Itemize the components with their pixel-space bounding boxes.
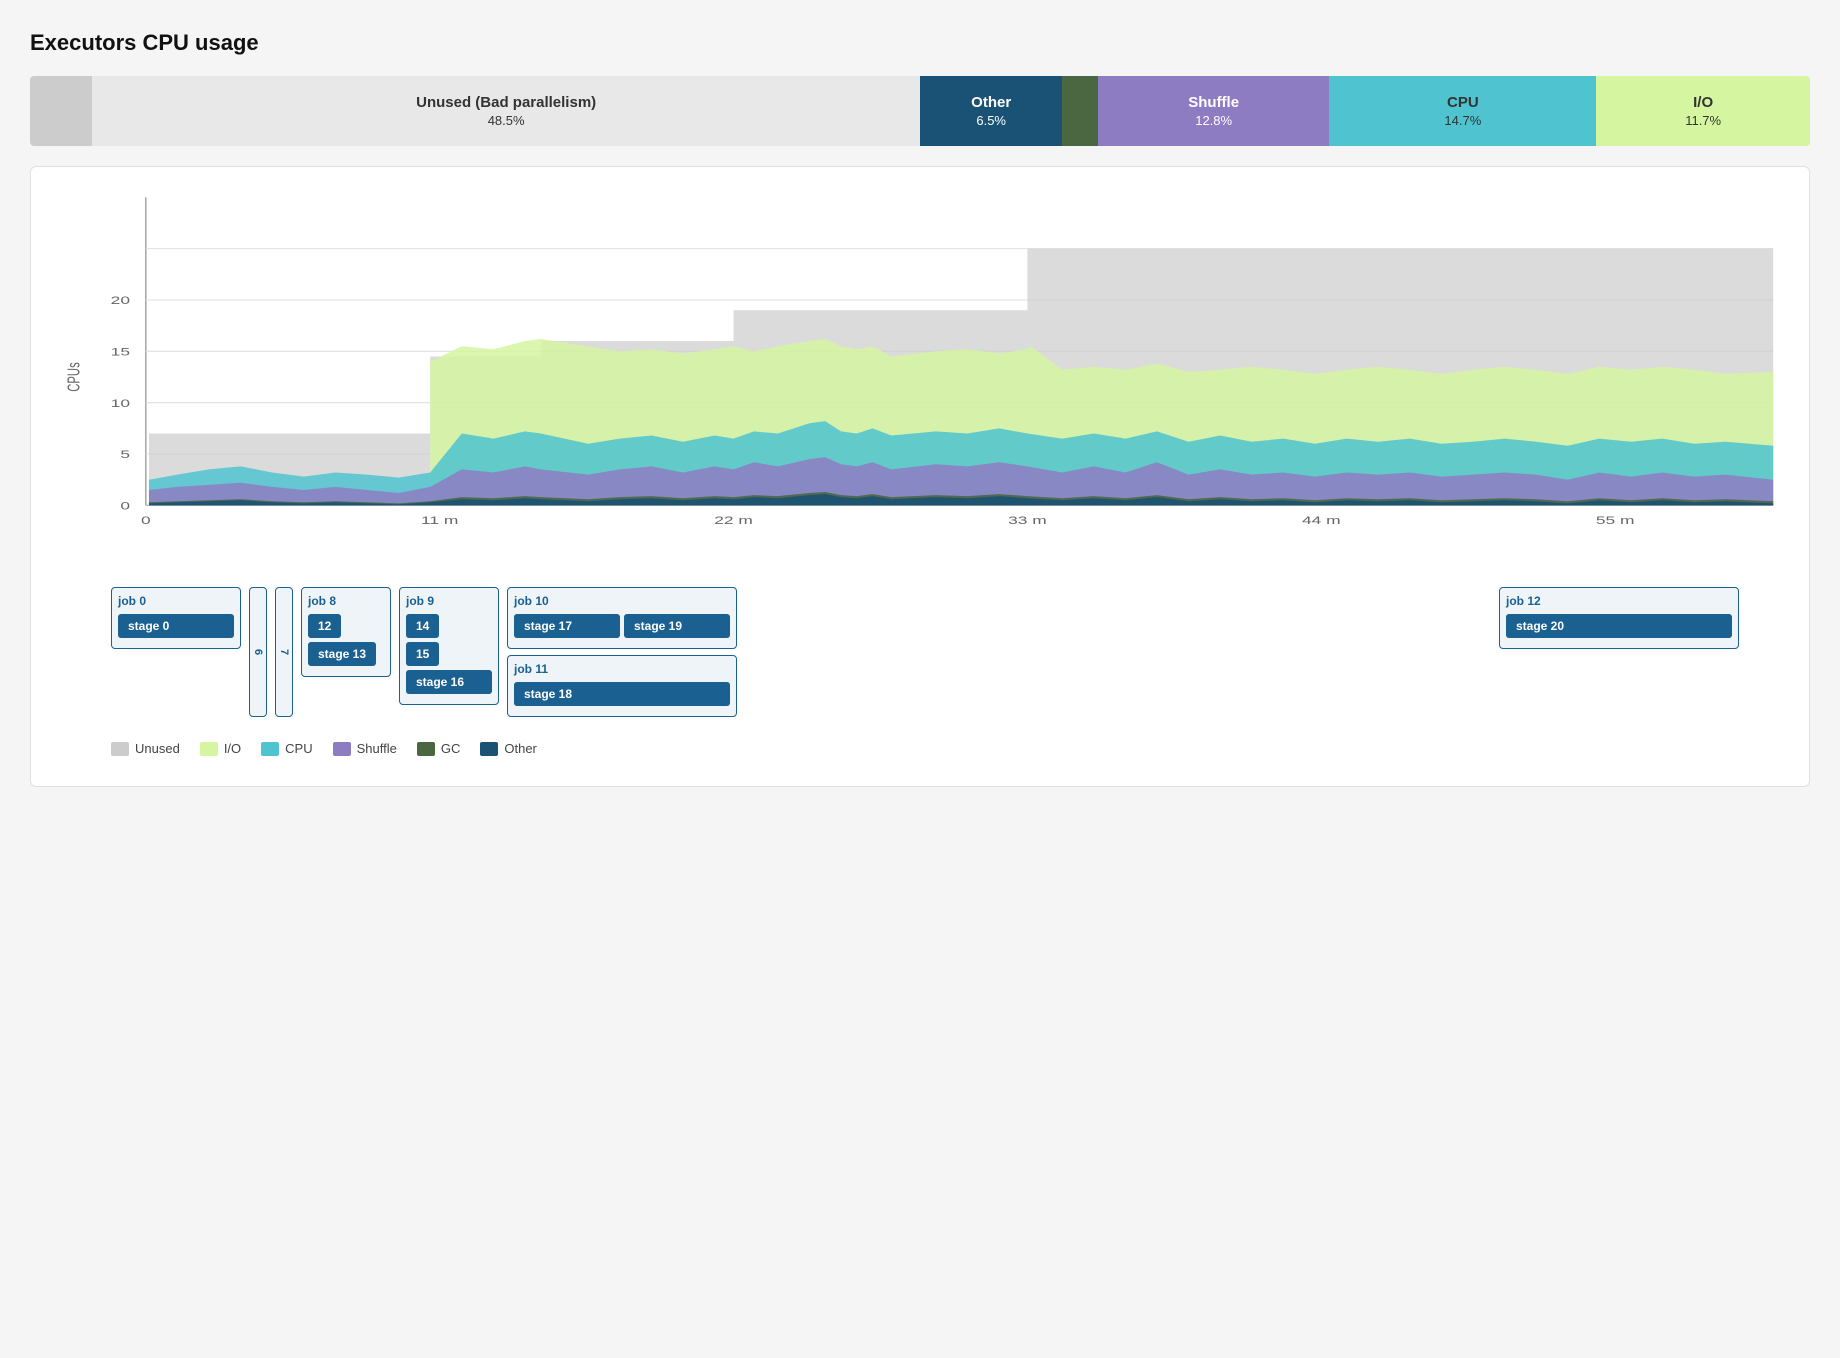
svg-text:20: 20 xyxy=(111,295,130,307)
chart-svg: 0 5 10 15 20 CPUs 0 11 m 22 m 33 m 44 m … xyxy=(51,187,1789,567)
gc-legend-label: GC xyxy=(441,741,461,756)
mini-job-6: 6 xyxy=(249,587,267,717)
unused-legend-label: Unused xyxy=(135,741,180,756)
chart-area: 0 5 10 15 20 CPUs 0 11 m 22 m 33 m 44 m … xyxy=(51,187,1789,567)
svg-text:22 m: 22 m xyxy=(714,515,753,527)
job-9-row2: 15 xyxy=(406,642,492,666)
svg-text:5: 5 xyxy=(120,449,130,461)
job-box-9: job 9 14 15 stage 16 xyxy=(399,587,499,705)
svg-text:44 m: 44 m xyxy=(1302,515,1341,527)
other-swatch xyxy=(480,742,498,756)
cpu-swatch xyxy=(261,742,279,756)
shuffle-swatch xyxy=(333,742,351,756)
stage-12-btn[interactable]: 12 xyxy=(308,614,341,638)
stage-14-btn[interactable]: 14 xyxy=(406,614,439,638)
summary-segment-swatch xyxy=(30,76,92,146)
job-8-label: job 8 xyxy=(308,594,384,608)
job-box-10: job 10 stage 17 stage 19 xyxy=(507,587,737,649)
unused-swatch xyxy=(111,742,129,756)
svg-text:0: 0 xyxy=(120,500,130,512)
jobs-section: job 0 stage 0 6 7 job 8 12 stage 13 job … xyxy=(51,587,1789,717)
job-9-row1: 14 xyxy=(406,614,492,638)
svg-text:0: 0 xyxy=(141,515,151,527)
legend-cpu: CPU xyxy=(261,741,312,756)
legend-gc: GC xyxy=(417,741,461,756)
job-11-label: job 11 xyxy=(514,662,730,676)
svg-text:11 m: 11 m xyxy=(421,515,458,527)
summary-segment-cpu: CPU 14.7% xyxy=(1329,76,1596,146)
stage-19-btn[interactable]: stage 19 xyxy=(624,614,730,638)
summary-segment-unused: Unused (Bad parallelism) 48.5% xyxy=(92,76,920,146)
gc-swatch xyxy=(417,742,435,756)
shuffle-legend-label: Shuffle xyxy=(357,741,397,756)
job-0-label: job 0 xyxy=(118,594,234,608)
stage-13-btn[interactable]: stage 13 xyxy=(308,642,376,666)
io-value: 11.7% xyxy=(1685,113,1721,128)
other-label: Other xyxy=(971,94,1011,111)
summary-segment-io: I/O 11.7% xyxy=(1596,76,1810,146)
job-8-row1: 12 xyxy=(308,614,384,638)
unused-value: 48.5% xyxy=(488,113,525,128)
unused-label: Unused (Bad parallelism) xyxy=(416,94,596,111)
job-9-row3: stage 16 xyxy=(406,670,492,694)
svg-text:CPUs: CPUs xyxy=(65,362,84,391)
job-box-11: job 11 stage 18 xyxy=(507,655,737,717)
shuffle-label: Shuffle xyxy=(1188,94,1239,111)
summary-segment-shuffle: Shuffle 12.8% xyxy=(1098,76,1329,146)
legend: Unused I/O CPU Shuffle GC Other xyxy=(51,741,1789,756)
summary-segment-other: Other 6.5% xyxy=(920,76,1062,146)
job-box-8: job 8 12 stage 13 xyxy=(301,587,391,677)
stage-16-btn[interactable]: stage 16 xyxy=(406,670,492,694)
stage-15-btn[interactable]: 15 xyxy=(406,642,439,666)
legend-unused: Unused xyxy=(111,741,180,756)
other-value: 6.5% xyxy=(976,113,1006,128)
legend-shuffle: Shuffle xyxy=(333,741,397,756)
page-title: Executors CPU usage xyxy=(30,30,1810,56)
svg-text:15: 15 xyxy=(111,346,130,358)
mini-6-label: 6 xyxy=(252,649,264,655)
job-11-row1: stage 18 xyxy=(514,682,730,706)
job-9-label: job 9 xyxy=(406,594,492,608)
cpu-value: 14.7% xyxy=(1444,113,1481,128)
io-swatch xyxy=(200,742,218,756)
job-12-row1: stage 20 xyxy=(1506,614,1732,638)
legend-io: I/O xyxy=(200,741,241,756)
cpu-legend-label: CPU xyxy=(285,741,312,756)
summary-segment-gc-swatch xyxy=(1062,76,1098,146)
job-8-row2: stage 13 xyxy=(308,642,384,666)
job-10-row1: stage 17 stage 19 xyxy=(514,614,730,638)
summary-bar: Unused (Bad parallelism) 48.5% Other 6.5… xyxy=(30,76,1810,146)
svg-text:33 m: 33 m xyxy=(1008,515,1047,527)
io-label: I/O xyxy=(1693,94,1713,111)
stage-0-btn[interactable]: stage 0 xyxy=(118,614,234,638)
other-legend-label: Other xyxy=(504,741,537,756)
job-box-0: job 0 stage 0 xyxy=(111,587,241,649)
job-0-stages: stage 0 xyxy=(118,614,234,638)
job-10-label: job 10 xyxy=(514,594,730,608)
io-legend-label: I/O xyxy=(224,741,241,756)
chart-container: 0 5 10 15 20 CPUs 0 11 m 22 m 33 m 44 m … xyxy=(30,166,1810,787)
mini-7-label: 7 xyxy=(278,649,290,655)
stage-18-btn[interactable]: stage 18 xyxy=(514,682,730,706)
svg-text:55 m: 55 m xyxy=(1596,515,1635,527)
stage-20-btn[interactable]: stage 20 xyxy=(1506,614,1732,638)
svg-text:10: 10 xyxy=(111,398,130,410)
job-10-11-group: job 10 stage 17 stage 19 job 11 stage 18 xyxy=(507,587,737,717)
job-box-12: job 12 stage 20 xyxy=(1499,587,1739,649)
job-12-label: job 12 xyxy=(1506,594,1732,608)
legend-other: Other xyxy=(480,741,537,756)
cpu-label: CPU xyxy=(1447,94,1479,111)
stage-17-btn[interactable]: stage 17 xyxy=(514,614,620,638)
mini-job-7: 7 xyxy=(275,587,293,717)
shuffle-value: 12.8% xyxy=(1195,113,1232,128)
